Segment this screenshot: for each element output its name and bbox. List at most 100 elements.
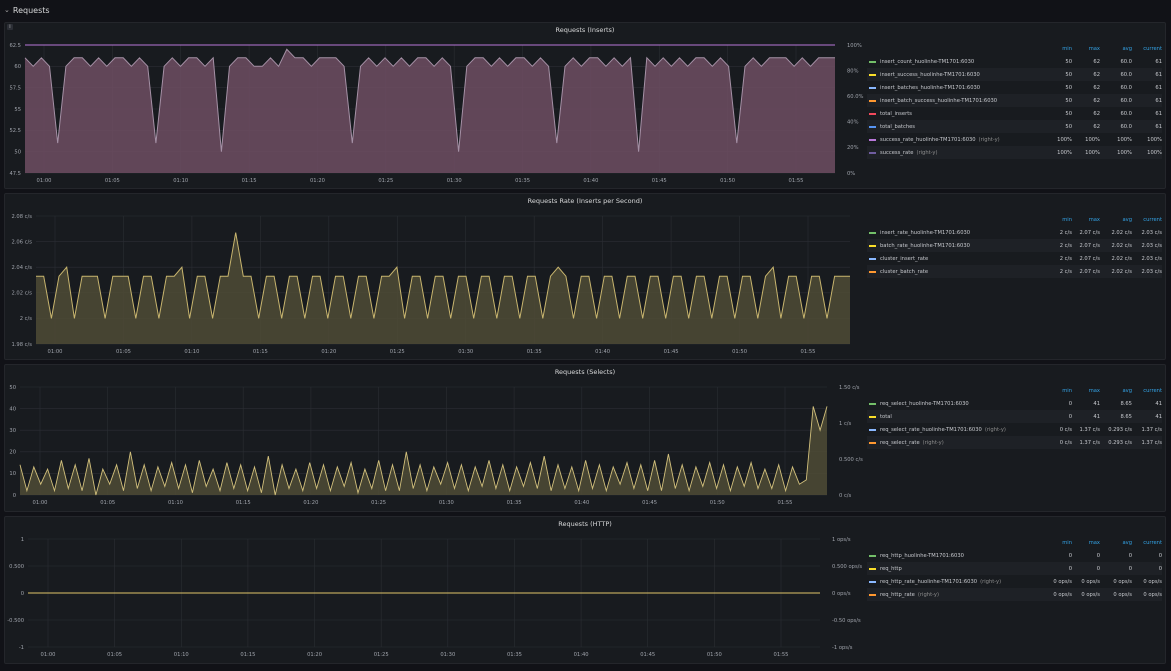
series-axis-note: (right-y) bbox=[916, 149, 938, 156]
legend-inserts: min max avg current insert_count_huolinhe-TM… bbox=[867, 43, 1162, 159]
series-color-swatch[interactable] bbox=[869, 270, 876, 273]
legend-value: 0 ops/s bbox=[1143, 578, 1162, 585]
legend-series-row[interactable]: req_http_huolinhe-TM1701:6030 0 0 0 0 bbox=[867, 549, 1162, 562]
legend-series-row[interactable]: req_http_rate (right-y) 0 ops/s 0 ops/s 0 op… bbox=[867, 588, 1162, 601]
series-color-swatch[interactable] bbox=[869, 244, 876, 247]
series-color-swatch[interactable] bbox=[869, 112, 876, 115]
legend-series-row[interactable]: cluster_batch_rate 2 c/s 2.07 c/s 2.02 c/s 2… bbox=[867, 265, 1162, 278]
legend-series-row[interactable]: insert_rate_huolinhe-TM1701:6030 2 c/s 2.0… bbox=[867, 226, 1162, 239]
panel-requests-rate[interactable]: Requests Rate (Inserts per Second) 1.98 … bbox=[4, 193, 1166, 360]
legend-col-min[interactable]: min bbox=[1044, 388, 1072, 394]
series-color-swatch[interactable] bbox=[869, 257, 876, 260]
series-name[interactable]: insert_batch_success_huolinhe-TM1701:603… bbox=[880, 98, 997, 104]
legend-col-max[interactable]: max bbox=[1072, 217, 1100, 223]
series-name[interactable]: req_http_rate_huolinhe-TM1701:6030 bbox=[880, 579, 977, 585]
legend-col-max[interactable]: max bbox=[1072, 540, 1100, 546]
x-tick-label: 01:30 bbox=[440, 652, 455, 658]
legend-col-avg[interactable]: avg bbox=[1100, 388, 1132, 394]
legend-series-row[interactable]: req_select_rate_huolinhe-TM1701:6030 (rig… bbox=[867, 423, 1162, 436]
legend-series-row[interactable]: total 0 41 8.65 41 bbox=[867, 410, 1162, 423]
legend-series-row[interactable]: success_rate_huolinhe-TM1701:6030 (right-… bbox=[867, 133, 1162, 146]
series-name[interactable]: req_select_rate bbox=[880, 440, 920, 446]
legend-col-min[interactable]: min bbox=[1044, 540, 1072, 546]
legend-series-row[interactable]: total_inserts 50 62 60.0 61 bbox=[867, 107, 1162, 120]
chevron-down-icon[interactable]: ⌄ bbox=[4, 6, 10, 14]
y2-tick-label: 0 ops/s bbox=[832, 591, 851, 597]
panel-requests-inserts[interactable]: i Requests (Inserts) 47.5 50 52.5 55 57.5 60 6… bbox=[4, 22, 1166, 189]
row-header-requests[interactable]: ⌄ Requests bbox=[0, 0, 1171, 20]
legend-series-row[interactable]: success_rate (right-y) 100% 100% 100% 100% bbox=[867, 146, 1162, 159]
series-color-swatch[interactable] bbox=[869, 151, 876, 154]
series-name[interactable]: insert_batches_huolinhe-TM1701:6030 bbox=[880, 85, 980, 91]
x-tick-label: 01:55 bbox=[774, 652, 789, 658]
series-name[interactable]: total_inserts bbox=[880, 111, 912, 117]
legend-series-row[interactable]: req_http 0 0 0 0 bbox=[867, 562, 1162, 575]
legend-col-avg[interactable]: avg bbox=[1100, 540, 1132, 546]
series-name[interactable]: req_http_rate bbox=[880, 592, 915, 598]
legend-series-row[interactable]: insert_success_huolinhe-TM1701:6030 50 62 6… bbox=[867, 68, 1162, 81]
legend-value: 0 ops/s bbox=[1143, 591, 1162, 598]
series-name[interactable]: total_batches bbox=[880, 124, 915, 130]
series-name[interactable]: total bbox=[880, 414, 892, 420]
panel-requests-selects[interactable]: Requests (Selects) 0 10 20 30 40 50 0 c/s 0.500… bbox=[4, 364, 1166, 512]
legend-col-current[interactable]: current bbox=[1132, 388, 1162, 394]
row-title: Requests bbox=[12, 5, 50, 15]
series-name[interactable]: insert_count_huolinhe-TM1701:6030 bbox=[880, 59, 974, 65]
legend-col-max[interactable]: max bbox=[1072, 46, 1100, 52]
legend-col-avg[interactable]: avg bbox=[1100, 46, 1132, 52]
legend-col-min[interactable]: min bbox=[1044, 217, 1072, 223]
series-color-swatch[interactable] bbox=[869, 138, 876, 141]
legend-series-row[interactable]: req_select_huolinhe-TM1701:6030 0 41 8.65 41 bbox=[867, 397, 1162, 410]
series-color-swatch[interactable] bbox=[869, 428, 876, 431]
legend-col-current[interactable]: current bbox=[1132, 217, 1162, 223]
series-color-swatch[interactable] bbox=[869, 415, 876, 418]
series-name[interactable]: batch_rate_huolinhe-TM1701:6030 bbox=[880, 243, 970, 249]
legend-series-row[interactable]: cluster_insert_rate 2 c/s 2.07 c/s 2.02 c/s… bbox=[867, 252, 1162, 265]
x-tick-label: 01:00 bbox=[41, 652, 56, 658]
x-tick-label: 01:40 bbox=[583, 178, 598, 184]
legend-series-row[interactable]: insert_batches_huolinhe-TM1701:6030 50 62 6… bbox=[867, 81, 1162, 94]
legend-series-row[interactable]: insert_count_huolinhe-TM1701:6030 50 62 60.… bbox=[867, 55, 1162, 68]
legend-value: 0 ops/s bbox=[1113, 578, 1132, 585]
series-color-swatch[interactable] bbox=[869, 73, 876, 76]
series-name[interactable]: success_rate_huolinhe-TM1701:6030 bbox=[880, 137, 976, 143]
series-color-swatch[interactable] bbox=[869, 99, 876, 102]
legend-series-row[interactable]: insert_batch_success_huolinhe-TM1701:603… bbox=[867, 94, 1162, 107]
series-name[interactable]: req_http_huolinhe-TM1701:6030 bbox=[880, 553, 964, 559]
y-tick-label: 2.06 c/s bbox=[11, 239, 32, 245]
series-color-swatch[interactable] bbox=[869, 580, 876, 583]
series-color-swatch[interactable] bbox=[869, 231, 876, 234]
series-name[interactable]: req_select_rate_huolinhe-TM1701:6030 bbox=[880, 427, 982, 433]
legend-http: min max avg current req_http_huolinhe-TM1701… bbox=[867, 537, 1162, 601]
legend-value: 2.02 c/s bbox=[1111, 268, 1132, 275]
legend-series-row[interactable]: req_http_rate_huolinhe-TM1701:6030 (right… bbox=[867, 575, 1162, 588]
series-name[interactable]: cluster_insert_rate bbox=[880, 256, 928, 262]
legend-value: 100% bbox=[1057, 136, 1072, 143]
legend-col-min[interactable]: min bbox=[1044, 46, 1072, 52]
series-color-swatch[interactable] bbox=[869, 554, 876, 557]
series-color-swatch[interactable] bbox=[869, 125, 876, 128]
legend-col-current[interactable]: current bbox=[1132, 540, 1162, 546]
series-color-swatch[interactable] bbox=[869, 567, 876, 570]
y-tick-label: 1.98 c/s bbox=[11, 342, 32, 348]
series-name[interactable]: insert_success_huolinhe-TM1701:6030 bbox=[880, 72, 980, 78]
series-name[interactable]: success_rate bbox=[880, 150, 913, 156]
series-name[interactable]: req_select_huolinhe-TM1701:6030 bbox=[880, 401, 969, 407]
panel-requests-http[interactable]: Requests (HTTP) -1 -0.500 0 0.500 1 -1 ops/s -… bbox=[4, 516, 1166, 664]
series-color-swatch[interactable] bbox=[869, 441, 876, 444]
series-color-swatch[interactable] bbox=[869, 402, 876, 405]
legend-series-row[interactable]: total_batches 50 62 60.0 61 bbox=[867, 120, 1162, 133]
legend-selects: min max avg current req_select_huolinhe-TM17… bbox=[867, 385, 1162, 449]
legend-col-current[interactable]: current bbox=[1132, 46, 1162, 52]
legend-series-row[interactable]: req_select_rate (right-y) 0 c/s 1.37 c/s 0.2… bbox=[867, 436, 1162, 449]
series-name[interactable]: insert_rate_huolinhe-TM1701:6030 bbox=[880, 230, 970, 236]
series-color-swatch[interactable] bbox=[869, 593, 876, 596]
legend-col-avg[interactable]: avg bbox=[1100, 217, 1132, 223]
series-color-swatch[interactable] bbox=[869, 60, 876, 63]
series-name[interactable]: cluster_batch_rate bbox=[880, 269, 928, 275]
series-color-swatch[interactable] bbox=[869, 86, 876, 89]
legend-series-row[interactable]: batch_rate_huolinhe-TM1701:6030 2 c/s 2.07… bbox=[867, 239, 1162, 252]
legend-value: 62 bbox=[1093, 123, 1100, 130]
legend-col-max[interactable]: max bbox=[1072, 388, 1100, 394]
series-name[interactable]: req_http bbox=[880, 566, 902, 572]
